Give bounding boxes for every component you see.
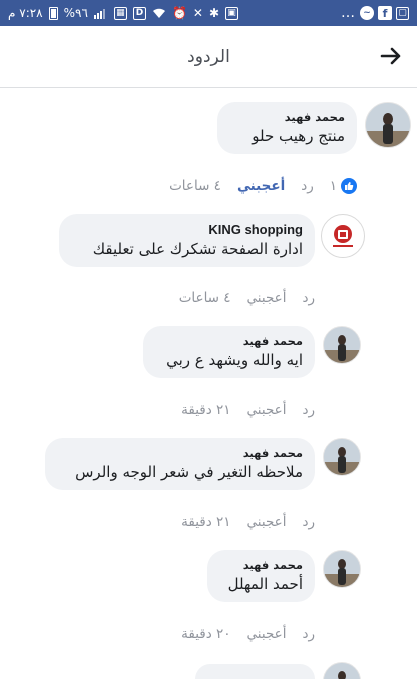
comment-bubble[interactable]: [195, 664, 315, 679]
messenger-icon: ~: [360, 6, 374, 20]
reply-button[interactable]: رد: [302, 626, 315, 642]
comment-text: منتج رهيب حلو: [252, 127, 345, 145]
reply-button[interactable]: رد: [301, 178, 314, 194]
comment-actions: ٤ ساعات أعجبني رد ١: [169, 178, 357, 194]
like-button[interactable]: أعجبني: [247, 626, 287, 642]
arrow-right-icon[interactable]: [379, 44, 403, 68]
comment-text: ايه والله ويشهد ع ربي: [166, 351, 303, 369]
reply-button[interactable]: رد: [302, 402, 315, 418]
like-button[interactable]: أعجبني: [247, 402, 287, 418]
dots-icon: …: [341, 5, 356, 21]
clock-text: ٧:٢٨ م: [8, 6, 43, 20]
battery-icon: [48, 6, 58, 20]
comment-time: ٢١ دقيقة: [181, 514, 231, 530]
comment-author[interactable]: محمد فهيد: [229, 110, 345, 124]
comment-actions: ٢١ دقيقة أعجبني رد: [181, 402, 315, 418]
comment-actions: ٢١ دقيقة أعجبني رد: [181, 514, 315, 530]
reaction-summary[interactable]: ١: [330, 178, 357, 194]
reaction-count: ١: [329, 178, 337, 194]
like-button[interactable]: أعجبني: [247, 290, 287, 306]
like-button[interactable]: أعجبني: [247, 514, 287, 530]
app-icon: ▢: [396, 6, 409, 20]
comment-time: ٤ ساعات: [169, 178, 221, 194]
comment-bubble[interactable]: محمد فهيد ايه والله ويشهد ع ربي: [143, 326, 315, 378]
wifi-icon: [152, 7, 166, 19]
avatar[interactable]: [323, 550, 361, 588]
like-button[interactable]: أعجبني: [237, 178, 285, 194]
avatar[interactable]: [365, 102, 411, 148]
signal-icon: [93, 7, 108, 19]
image-icon: ▣: [225, 6, 239, 20]
thumbs-up-icon: [341, 178, 357, 194]
comment-time: ٤ ساعات: [178, 290, 231, 306]
page-avatar[interactable]: [321, 214, 365, 258]
replies-header: الردود: [0, 26, 417, 88]
facebook-icon: f: [378, 6, 392, 20]
status-bar: ٧:٢٨ م %٩٦ ▦ D ⏰ ✕ ✱ ▣ … ~ f ▢: [0, 0, 417, 26]
comment-bubble[interactable]: محمد فهيد أحمد المهلل: [207, 550, 315, 602]
battery-percent: %٩٦: [63, 6, 88, 20]
comment-author[interactable]: محمد فهيد: [57, 446, 303, 460]
comment-text: أحمد المهلل: [227, 575, 303, 593]
comment-author[interactable]: KING shopping: [71, 222, 303, 237]
comment-bubble[interactable]: محمد فهيد منتج رهيب حلو: [217, 102, 357, 154]
comment-author[interactable]: محمد فهيد: [219, 558, 303, 572]
avatar[interactable]: [323, 662, 361, 679]
comment-bubble[interactable]: KING shopping ادارة الصفحة تشكرك على تعل…: [59, 214, 315, 267]
reply-button[interactable]: رد: [302, 514, 315, 530]
comment-text: ملاحظه التغير في شعر الوجه والرس: [75, 463, 303, 481]
status-bar-right: … ~ f ▢: [341, 5, 409, 21]
bluetooth-icon: ✱: [208, 6, 220, 20]
comment-actions: ٤ ساعات أعجبني رد: [179, 290, 315, 306]
page-title: الردود: [187, 46, 230, 67]
king-shopping-logo: [333, 225, 353, 247]
status-bar-left: ٧:٢٨ م %٩٦ ▦ D ⏰ ✕ ✱ ▣: [8, 6, 239, 20]
comment-time: ٢٠ دقيقة: [181, 626, 231, 642]
avatar[interactable]: [323, 326, 361, 364]
comment-author[interactable]: محمد فهيد: [155, 334, 303, 348]
image-icon: ▦: [113, 6, 127, 20]
alarm-icon: ⏰: [171, 6, 187, 20]
reply-button[interactable]: رد: [302, 290, 315, 306]
app-icon: D: [132, 6, 146, 20]
comment-time: ٢١ دقيقة: [181, 402, 231, 418]
comment-text: ادارة الصفحة تشكرك على تعليقك: [92, 240, 303, 258]
mute-icon: ✕: [192, 6, 203, 20]
comments-list: محمد فهيد منتج رهيب حلو ٤ ساعات أعجبني ر…: [0, 88, 417, 679]
comment-bubble[interactable]: محمد فهيد ملاحظه التغير في شعر الوجه وال…: [45, 438, 315, 490]
avatar[interactable]: [323, 438, 361, 476]
comment-actions: ٢٠ دقيقة أعجبني رد: [181, 626, 315, 642]
